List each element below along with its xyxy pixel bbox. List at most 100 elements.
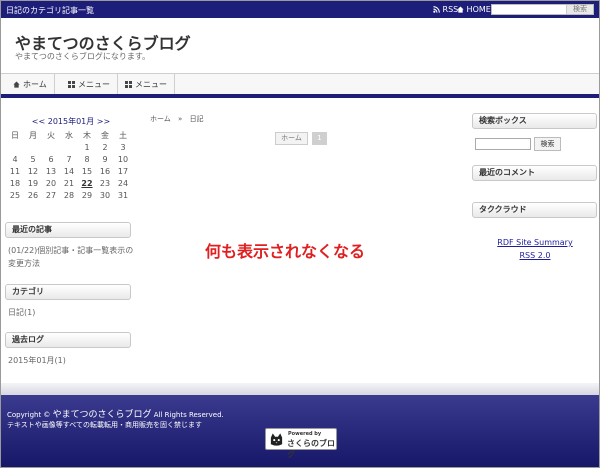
- nav-item-label: メニュー: [135, 80, 167, 89]
- recent-post-line: (01/22)個別記事・記事一覧表示の: [8, 246, 134, 255]
- weekday: 木: [83, 130, 91, 140]
- search-box-heading: 検索ボックス: [472, 113, 597, 129]
- calendar-day: 16: [99, 166, 111, 176]
- calendar-day: [60, 141, 78, 153]
- calendar-day: 24: [117, 178, 129, 188]
- top-bar-title: 日記のカテゴリ記事一覧: [6, 6, 94, 15]
- rss-icon: [433, 6, 440, 13]
- calendar-day: 8: [84, 154, 90, 164]
- nav-item-label: メニュー: [78, 80, 110, 89]
- tag-cloud-heading: タククラウド: [472, 202, 597, 218]
- breadcrumb-current: 日記: [189, 115, 204, 123]
- calendar-weekdays: 日 月 火 水 木 金 土: [6, 129, 132, 141]
- calendar-day: 14: [63, 166, 75, 176]
- calendar-day: 20: [45, 178, 57, 188]
- calendar-day: 18: [9, 178, 21, 188]
- cat-icon: [269, 432, 284, 447]
- calendar-day: 21: [63, 178, 75, 188]
- rss-label: RSS: [442, 5, 459, 14]
- calendar-day: 26: [27, 190, 39, 200]
- calendar-day: [24, 141, 42, 153]
- calendar-day: 17: [117, 166, 129, 176]
- calendar-day-today[interactable]: 22: [78, 177, 96, 189]
- top-search-button[interactable]: 検索: [566, 5, 593, 14]
- home-link[interactable]: HOME: [457, 5, 491, 14]
- nav-item-menu-1[interactable]: メニュー: [56, 74, 118, 95]
- copyright-notice: テキストや画像等すべての転載転用・商用販売を固く禁じます: [7, 421, 203, 429]
- calendar-day: 7: [66, 154, 72, 164]
- pager-current-page: 1: [312, 132, 327, 145]
- calendar-day: 2: [102, 142, 108, 152]
- footer-band: [1, 383, 599, 395]
- calendar-week: 18 19 20 21 22 23 24: [6, 177, 132, 189]
- category-heading: カテゴリ: [5, 284, 131, 300]
- category-link[interactable]: 日記(1): [8, 306, 35, 319]
- calendar-day: 5: [30, 154, 36, 164]
- calendar-day: 31: [117, 190, 129, 200]
- breadcrumb-home[interactable]: ホーム: [150, 115, 171, 123]
- calendar-day: 10: [117, 154, 129, 164]
- weekday: 金: [101, 130, 109, 140]
- calendar-day: 19: [27, 178, 39, 188]
- calendar-day: [42, 141, 60, 153]
- calendar-day: 12: [27, 166, 39, 176]
- site-description: やまてつのさくらブログになります。: [15, 52, 151, 61]
- calendar-day: 1: [84, 142, 90, 152]
- grid-icon: [68, 81, 75, 88]
- annotation-text: 何も表示されなくなる: [205, 242, 366, 261]
- home-icon: [457, 6, 464, 13]
- archive-link[interactable]: 2015年01月(1): [8, 354, 66, 367]
- calendar-week: 25 26 27 28 29 30 31: [6, 189, 132, 201]
- grid-icon: [125, 81, 132, 88]
- sidebar-search-input[interactable]: [475, 138, 531, 150]
- copyright-suffix: All Rights Reserved.: [153, 411, 224, 419]
- pager-home-button[interactable]: ホーム: [275, 132, 308, 145]
- badge-brand: さくらのブログ: [287, 439, 335, 459]
- copyright: Copyright © やまてつのさくらブログ All Rights Reser…: [7, 407, 224, 420]
- weekday: 月: [29, 130, 37, 140]
- rss2-link[interactable]: RSS 2.0: [475, 251, 595, 260]
- sakura-blog-badge[interactable]: Powered by さくらのブログ: [265, 428, 337, 459]
- calendar-week: 4 5 6 7 8 9 10: [6, 153, 132, 165]
- page-frame: 日記のカテゴリ記事一覧 RSS HOME 検索 やまてつのさくらブログ やまてつ…: [0, 0, 600, 468]
- calendar-day: 29: [81, 190, 93, 200]
- calendar-week: 11 12 13 14 15 16 17: [6, 165, 132, 177]
- footer: Copyright © やまてつのさくらブログ All Rights Reser…: [1, 395, 599, 467]
- calendar-day: 4: [12, 154, 18, 164]
- calendar-day: 27: [45, 190, 57, 200]
- nav-divider: [1, 94, 599, 98]
- nav-item-menu-2[interactable]: メニュー: [113, 74, 175, 95]
- home-label: HOME: [466, 5, 491, 14]
- calendar-day: 15: [81, 166, 93, 176]
- calendar: 日 月 火 水 木 金 土 1 2 3 4 5 6 7 8 9 10 11 12…: [6, 129, 132, 201]
- calendar-week: 1 2 3: [6, 141, 132, 153]
- calendar-day: 25: [9, 190, 21, 200]
- calendar-day: 28: [63, 190, 75, 200]
- calendar-day: 23: [99, 178, 111, 188]
- copyright-site-name[interactable]: やまてつのさくらブログ: [53, 410, 152, 420]
- nav-item-label: ホーム: [23, 80, 47, 89]
- breadcrumb-separator: »: [178, 115, 183, 123]
- badge-powered-by: Powered by: [288, 431, 322, 437]
- weekday: 水: [65, 130, 73, 140]
- archive-heading: 過去ログ: [5, 332, 131, 348]
- main-nav: ホーム メニュー メニュー: [1, 73, 599, 95]
- weekday: 土: [119, 130, 127, 140]
- calendar-day: 3: [120, 142, 126, 152]
- rdf-link[interactable]: RDF Site Summary: [475, 238, 595, 247]
- sidebar-search-button[interactable]: 検索: [534, 137, 561, 151]
- copyright-prefix: Copyright ©: [7, 411, 51, 419]
- calendar-day: 30: [99, 190, 111, 200]
- calendar-day: 13: [45, 166, 57, 176]
- recent-posts-heading: 最近の記事: [5, 222, 131, 238]
- rss-link[interactable]: RSS: [433, 5, 458, 14]
- recent-post-link[interactable]: (01/22)個別記事・記事一覧表示の 変更方法: [8, 244, 133, 270]
- top-bar: 日記のカテゴリ記事一覧 RSS HOME 検索: [1, 1, 599, 18]
- top-search-input[interactable]: 検索: [491, 4, 594, 15]
- calendar-day: [6, 141, 24, 153]
- calendar-day: 11: [9, 166, 21, 176]
- home-icon: [13, 81, 20, 88]
- nav-item-home[interactable]: ホーム: [1, 74, 55, 95]
- calendar-title[interactable]: << 2015年01月 >>: [1, 116, 141, 127]
- calendar-day: 9: [102, 154, 108, 164]
